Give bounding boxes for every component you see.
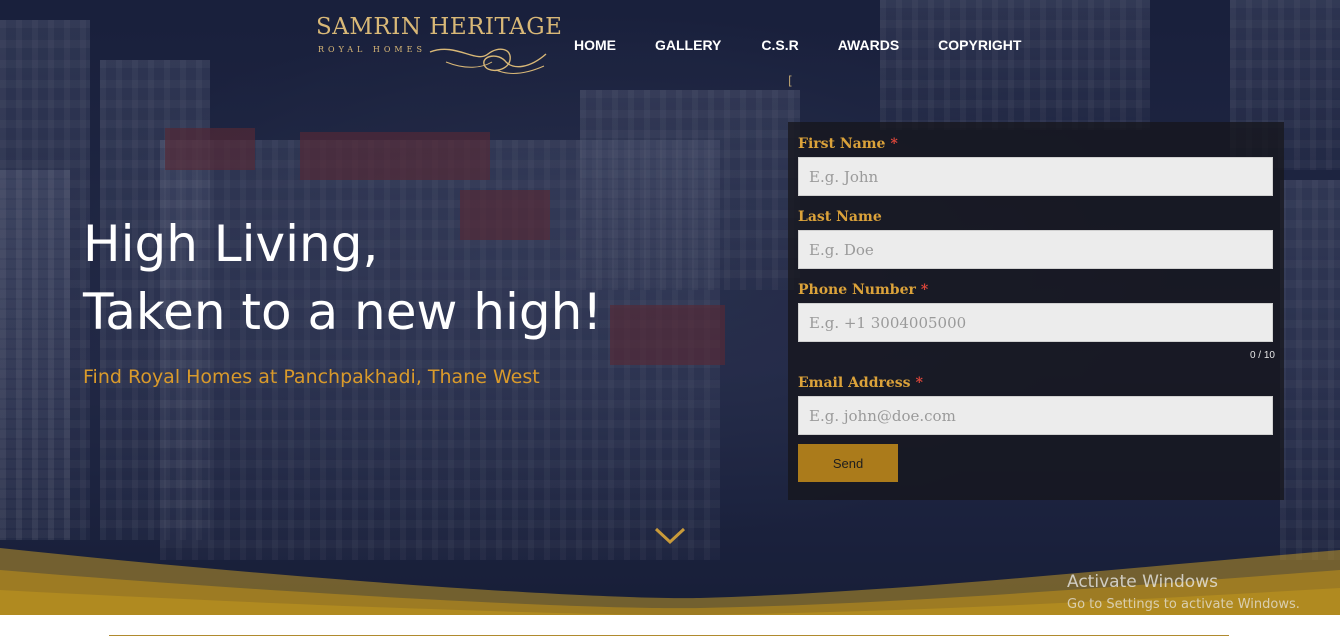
hero-headline-line2: Taken to a new high! — [83, 283, 603, 341]
last-name-label: Last Name — [798, 209, 882, 225]
last-name-input[interactable] — [798, 230, 1273, 269]
stray-character: [ — [788, 74, 793, 88]
main-nav: HOME GALLERY C.S.R AWARDS COPYRIGHT — [574, 37, 1021, 53]
hero-headline: High Living, Taken to a new high! — [83, 210, 602, 346]
hero-headline-line1: High Living, — [83, 215, 379, 273]
email-input[interactable] — [798, 396, 1273, 435]
phone-label-text: Phone Number — [798, 282, 916, 298]
windows-activation-title: Activate Windows — [1067, 572, 1218, 592]
email-label: Email Address * — [798, 375, 923, 391]
email-label-text: Email Address — [798, 375, 911, 391]
brand-name: SAMRIN HERITAGE — [316, 14, 563, 40]
brand-tagline: ROYAL HOMES — [318, 45, 426, 54]
nav-csr[interactable]: C.S.R — [761, 37, 798, 53]
first-name-input[interactable] — [798, 157, 1273, 196]
required-marker: * — [915, 375, 923, 391]
required-marker: * — [890, 136, 898, 152]
phone-char-counter: 0 / 10 — [1249, 350, 1275, 361]
required-marker: * — [920, 282, 929, 298]
nav-gallery[interactable]: GALLERY — [655, 37, 721, 53]
first-name-label: First Name * — [798, 136, 898, 152]
nav-home[interactable]: HOME — [574, 37, 616, 53]
enquiry-form: First Name* Last Name Phone Number* 0 / … — [788, 122, 1284, 500]
phone-input[interactable] — [798, 303, 1273, 342]
brand-logo[interactable]: SAMRIN HERITAGE ROYAL HOMES — [316, 14, 562, 80]
logo-flourish-icon — [429, 48, 547, 74]
hero-section: SAMRIN HERITAGE ROYAL HOMES HOME GALLERY… — [0, 0, 1340, 615]
nav-copyright[interactable]: COPYRIGHT — [938, 37, 1021, 53]
nav-awards[interactable]: AWARDS — [838, 37, 899, 53]
hero-subheadline: Find Royal Homes at Panchpakhadi, Thane … — [83, 366, 540, 388]
phone-label: Phone Number * — [798, 282, 928, 298]
windows-activation-subtitle: Go to Settings to activate Windows. — [1067, 597, 1300, 612]
first-name-label-text: First Name — [798, 136, 886, 152]
send-button[interactable]: Send — [798, 444, 898, 482]
last-name-label-text: Last Name — [798, 209, 882, 225]
section-divider — [109, 635, 1229, 636]
